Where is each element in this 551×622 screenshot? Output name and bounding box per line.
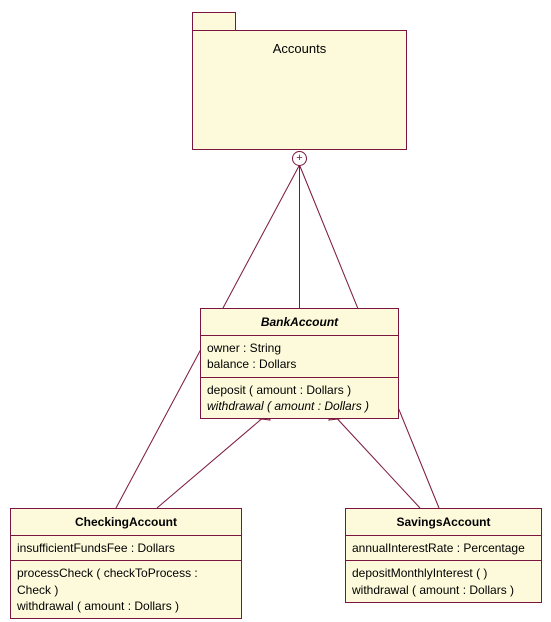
attribute: balance : Dollars <box>207 356 392 372</box>
class-attributes: annualInterestRate : Percentage <box>346 535 541 560</box>
containment-anchor: + <box>292 151 307 166</box>
operation: withdrawal ( amount : Dollars ) <box>207 398 392 414</box>
class-bankaccount: BankAccount owner : String balance : Dol… <box>200 308 399 419</box>
package-body: Accounts <box>192 30 407 150</box>
class-name: CheckingAccount <box>11 509 241 535</box>
attribute: annualInterestRate : Percentage <box>352 540 535 556</box>
class-operations: processCheck ( checkToProcess : Check ) … <box>11 560 241 618</box>
package-name: Accounts <box>273 41 326 56</box>
uml-diagram-canvas: Accounts + BankAccount owner : String ba… <box>0 0 551 622</box>
class-attributes: insufficientFundsFee : Dollars <box>11 535 241 560</box>
class-attributes: owner : String balance : Dollars <box>201 335 398 376</box>
class-savingsaccount: SavingsAccount annualInterestRate : Perc… <box>345 508 542 603</box>
package-tab <box>192 12 236 30</box>
operation: deposit ( amount : Dollars ) <box>207 382 392 398</box>
plus-icon: + <box>296 152 302 164</box>
operation: withdrawal ( amount : Dollars ) <box>17 598 235 614</box>
class-operations: deposit ( amount : Dollars ) withdrawal … <box>201 377 398 418</box>
operation: withdrawal ( amount : Dollars ) <box>352 582 535 598</box>
class-name: BankAccount <box>201 309 398 335</box>
attribute: insufficientFundsFee : Dollars <box>17 540 235 556</box>
class-operations: depositMonthlyInterest ( ) withdrawal ( … <box>346 560 541 601</box>
class-name: SavingsAccount <box>346 509 541 535</box>
package-accounts: Accounts <box>192 12 407 150</box>
operation: depositMonthlyInterest ( ) <box>352 565 535 581</box>
operation: processCheck ( checkToProcess : Check ) <box>17 565 235 597</box>
attribute: owner : String <box>207 340 392 356</box>
class-checkingaccount: CheckingAccount insufficientFundsFee : D… <box>10 508 242 619</box>
